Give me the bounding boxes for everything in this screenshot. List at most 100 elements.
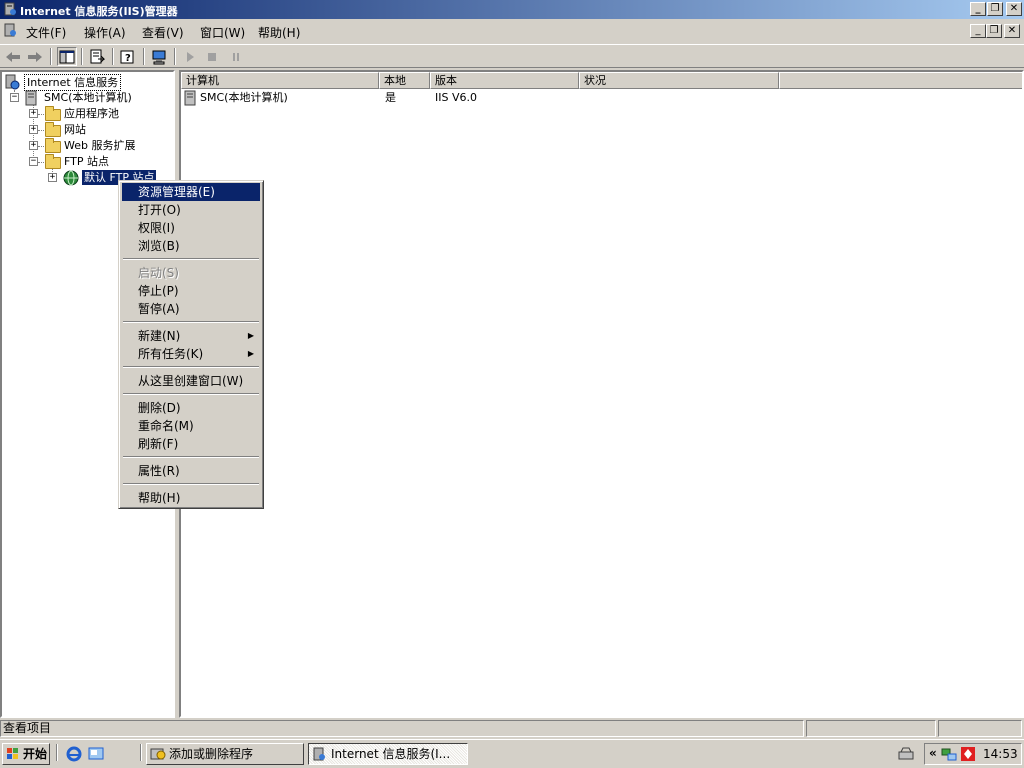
tree-node-ftp-sites[interactable]: − FTP 站点 — [27, 154, 167, 170]
tree-node-label: FTP 站点 — [64, 155, 109, 168]
tree-node-label: 应用程序池 — [64, 107, 119, 120]
menu-bar: 文件(F) 操作(A) 查看(V) 窗口(W) 帮助(H) _ ❐ ✕ — [0, 19, 1024, 43]
context-menu-all-tasks[interactable]: 所有任务(K) ▶ — [122, 345, 260, 363]
help-icon[interactable]: ? — [118, 47, 138, 66]
mdi-close-button[interactable]: ✕ — [1004, 24, 1020, 38]
close-button[interactable]: ✕ — [1006, 2, 1022, 16]
expand-icon[interactable]: + — [29, 141, 38, 150]
menu-separator — [123, 321, 259, 323]
mdi-restore-button[interactable]: ❐ — [986, 24, 1002, 38]
context-menu-new-label: 新建(N) — [138, 329, 181, 343]
folder-icon — [45, 122, 61, 137]
column-header-status[interactable]: 状况 — [579, 72, 779, 89]
column-header-computer[interactable]: 计算机 — [181, 72, 379, 89]
expand-icon[interactable]: + — [48, 173, 57, 182]
menu-help[interactable]: 帮助(H) — [258, 24, 300, 41]
menu-view[interactable]: 查看(V) — [142, 24, 184, 41]
mdi-minimize-button[interactable]: _ — [970, 24, 986, 38]
svg-text:?: ? — [125, 53, 131, 64]
collapse-icon[interactable]: − — [29, 157, 38, 166]
context-menu-stop[interactable]: 停止(P) — [122, 282, 260, 300]
column-header-version[interactable]: 版本 — [430, 72, 579, 89]
iis-root-icon — [5, 74, 20, 90]
menu-file[interactable]: 文件(F) — [26, 24, 66, 41]
context-menu-permissions[interactable]: 权限(I) — [122, 219, 260, 237]
show-hide-tree-icon[interactable] — [57, 47, 77, 66]
toolbar: ? — [0, 44, 1024, 68]
context-menu-new[interactable]: 新建(N) ▶ — [122, 327, 260, 345]
tree-node-server[interactable]: − SMC(本地计算机) — [8, 90, 158, 106]
task-label: 添加或删除程序 — [169, 747, 254, 761]
cell-local: 是 — [385, 91, 396, 104]
tree-node-websites[interactable]: + 网站 — [27, 122, 167, 138]
pause-icon[interactable] — [226, 47, 246, 66]
context-menu-refresh[interactable]: 刷新(F) — [122, 435, 260, 453]
server-icon — [184, 90, 196, 106]
context-menu-open[interactable]: 打开(O) — [122, 201, 260, 219]
tray-clock[interactable]: 14:53 — [983, 747, 1018, 761]
details-list[interactable]: 计算机 本地 版本 状况 SMC(本地计算机) 是 IIS V6.0 — [179, 70, 1024, 718]
expand-icon[interactable]: + — [29, 125, 38, 134]
security-alert-icon[interactable] — [960, 746, 976, 762]
context-menu-delete[interactable]: 删除(D) — [122, 399, 260, 417]
context-menu-properties[interactable]: 属性(R) — [122, 462, 260, 480]
menu-separator — [123, 393, 259, 395]
context-menu-rename[interactable]: 重命名(M) — [122, 417, 260, 435]
tree-node-app-pools[interactable]: + 应用程序池 — [27, 106, 167, 122]
context-menu-help[interactable]: 帮助(H) — [122, 489, 260, 507]
status-panel-empty — [806, 720, 936, 737]
context-menu-browse[interactable]: 浏览(B) — [122, 237, 260, 255]
show-desktop-icon[interactable] — [88, 746, 104, 762]
system-tray: « 14:53 — [924, 743, 1022, 765]
status-bar: 查看项目 — [0, 719, 1024, 738]
folder-icon — [45, 106, 61, 121]
back-arrow-icon[interactable] — [3, 47, 23, 66]
ftp-globe-icon — [63, 170, 79, 186]
iis-app-icon — [4, 2, 16, 16]
cell-computer: SMC(本地计算机) — [200, 91, 288, 104]
play-icon[interactable] — [180, 47, 200, 66]
task-add-remove-programs[interactable]: 添加或删除程序 — [146, 743, 304, 765]
toolbar-separator — [50, 48, 52, 65]
mmc-document-icon[interactable] — [3, 23, 17, 37]
minimize-button[interactable]: _ — [970, 2, 986, 16]
submenu-arrow-icon: ▶ — [247, 349, 254, 358]
network-icon[interactable] — [941, 746, 957, 762]
toolbar-separator — [143, 48, 145, 65]
column-header-local[interactable]: 本地 — [379, 72, 430, 89]
tray-expand-chevron-icon[interactable]: « — [929, 746, 937, 760]
task-label: Internet 信息服务(I... — [331, 747, 451, 761]
task-iis-manager[interactable]: Internet 信息服务(I... — [308, 743, 468, 765]
toolbar-separator — [112, 48, 114, 65]
context-menu-start[interactable]: 启动(S) — [122, 264, 260, 282]
restore-button[interactable]: ❐ — [987, 2, 1003, 16]
context-menu-explore[interactable]: 资源管理器(E) — [122, 183, 260, 201]
status-panel-empty — [938, 720, 1022, 737]
tree-server-label: SMC(本地计算机) — [44, 91, 132, 104]
connect-computer-icon[interactable] — [149, 47, 169, 66]
collapse-icon[interactable]: − — [10, 93, 19, 102]
forward-arrow-icon[interactable] — [25, 47, 45, 66]
expand-icon[interactable]: + — [29, 109, 38, 118]
menu-action[interactable]: 操作(A) — [84, 24, 126, 41]
server-icon — [25, 90, 37, 106]
ie-icon[interactable] — [66, 746, 82, 762]
export-list-icon[interactable] — [87, 47, 107, 66]
menu-separator — [123, 366, 259, 368]
context-menu-new-window[interactable]: 从这里创建窗口(W) — [122, 372, 260, 390]
taskbar-separator — [140, 744, 142, 761]
add-remove-programs-icon — [150, 748, 166, 760]
toolbar-separator — [81, 48, 83, 65]
folder-icon — [45, 138, 61, 153]
language-bar-icon[interactable] — [897, 746, 915, 762]
column-header-filler — [779, 72, 1022, 89]
menu-separator — [123, 483, 259, 485]
stop-icon[interactable] — [202, 47, 222, 66]
tree-root-label: Internet 信息服务 — [24, 74, 122, 91]
context-menu-pause[interactable]: 暂停(A) — [122, 300, 260, 318]
title-bar[interactable]: Internet 信息服务(IIS)管理器 _ ❐ ✕ — [0, 0, 1024, 19]
start-button[interactable]: 开始 — [2, 743, 50, 765]
tree-node-web-extensions[interactable]: + Web 服务扩展 — [27, 138, 167, 154]
menu-window[interactable]: 窗口(W) — [200, 24, 245, 41]
submenu-arrow-icon: ▶ — [247, 331, 254, 340]
